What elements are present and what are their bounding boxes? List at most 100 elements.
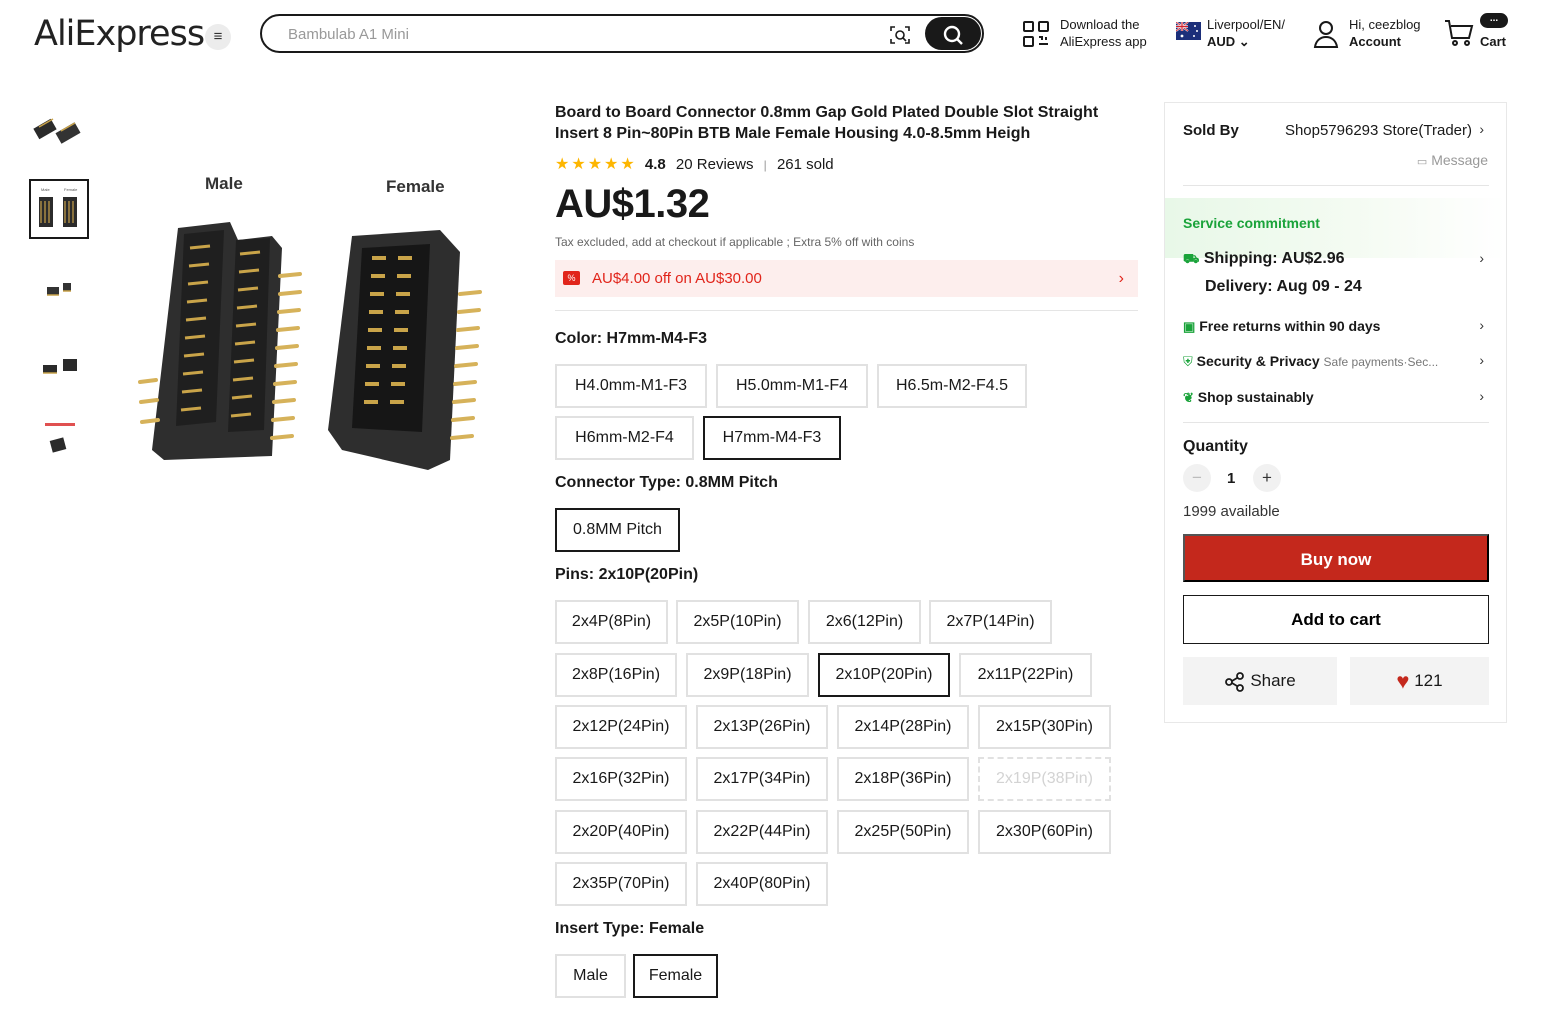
pins-option[interactable]: 2x17P(34Pin) [696, 757, 828, 801]
pins-option[interactable]: 2x12P(24Pin) [555, 705, 687, 749]
color-option-selected[interactable]: H7mm-M4-F3 [703, 416, 841, 460]
pins-option[interactable]: 2x7P(14Pin) [929, 600, 1052, 644]
message-button[interactable]: ▭ Message [1417, 152, 1488, 168]
account-menu[interactable]: Hi, ceezblog Account [1349, 16, 1421, 50]
quantity-value[interactable]: 1 [1227, 470, 1235, 487]
search-input[interactable] [288, 24, 848, 44]
chevron-right-icon: › [1118, 270, 1124, 287]
free-returns[interactable]: ▣ Free returns within 90 days [1183, 318, 1380, 335]
security-sub: Safe payments·Sec... [1323, 355, 1439, 369]
thumbnail-4[interactable] [29, 337, 89, 397]
wishlist-button[interactable]: ♥ 121 [1350, 657, 1489, 705]
pins-option[interactable]: 2x25P(50Pin) [837, 810, 969, 854]
insert-option[interactable]: Male [555, 954, 626, 998]
shield-icon: ⛨ [1183, 354, 1193, 369]
pins-option[interactable]: 2x22P(44Pin) [696, 810, 828, 854]
image-search-icon[interactable] [888, 23, 912, 47]
male-connector-graphic [138, 222, 302, 460]
account-label: Account [1349, 34, 1401, 49]
menu-icon[interactable]: ≡ [205, 24, 231, 50]
product-main-image[interactable] [130, 160, 510, 490]
product-info: Board to Board Connector 0.8mm Gap Gold … [555, 102, 1138, 998]
color-option[interactable]: H5.0mm-M1-F4 [716, 364, 868, 408]
rating-row[interactable]: ★ ★ ★ ★ ★ 4.8 20 Reviews | 261 sold [555, 154, 834, 174]
locale-selector[interactable]: Liverpool/EN/ AUD ⌄ [1207, 16, 1285, 50]
cart-label[interactable]: Cart [1480, 33, 1506, 50]
available-stock: 1999 available [1183, 503, 1280, 520]
pins-option[interactable]: 2x15P(30Pin) [978, 705, 1111, 749]
pins-option[interactable]: 2x16P(32Pin) [555, 757, 687, 801]
coupon-banner[interactable]: % AU$4.00 off on AU$30.00 › [555, 260, 1138, 297]
divider [1183, 185, 1489, 186]
share-icon [1225, 671, 1245, 692]
sold-by-label: Sold By [1183, 122, 1239, 139]
pins-option[interactable]: 2x4P(8Pin) [555, 600, 668, 644]
add-to-cart-button[interactable]: Add to cart [1183, 595, 1489, 644]
divider [1183, 422, 1489, 423]
share-button[interactable]: Share [1183, 657, 1337, 705]
security-title: Security & Privacy [1196, 353, 1320, 369]
female-connector-graphic [328, 230, 482, 470]
sold-count: 261 sold [776, 156, 834, 173]
top-header: AliExpress ≡ Download the AliExpress app… [0, 0, 1544, 70]
user-icon[interactable] [1313, 19, 1339, 49]
pins-option[interactable]: 2x9P(18Pin) [686, 653, 809, 697]
star-icon: ★ [620, 156, 635, 173]
thumbnail-5[interactable] [29, 413, 89, 473]
separator: | [763, 158, 767, 172]
increase-quantity-button[interactable]: + [1253, 464, 1281, 492]
pins-option[interactable]: 2x8P(16Pin) [555, 653, 677, 697]
search-button[interactable] [925, 17, 981, 50]
color-option[interactable]: H4.0mm-M1-F3 [555, 364, 707, 408]
message-label: Message [1431, 152, 1488, 168]
rating-value: 4.8 [644, 156, 666, 173]
pins-option[interactable]: 2x14P(28Pin) [837, 705, 969, 749]
decrease-quantity-button[interactable]: − [1183, 464, 1211, 492]
pins-option[interactable]: 2x11P(22Pin) [959, 653, 1092, 697]
share-label: Share [1250, 671, 1296, 690]
pins-option[interactable]: 2x13P(26Pin) [696, 705, 828, 749]
security-privacy[interactable]: ⛨ Security & Privacy Safe payments·Sec..… [1183, 353, 1438, 370]
qr-code-icon[interactable] [1022, 20, 1050, 48]
thumbnail-1[interactable] [29, 103, 89, 163]
pins-option[interactable]: 2x40P(80Pin) [696, 862, 828, 906]
reviews-link[interactable]: 20 Reviews [676, 156, 754, 173]
aliexpress-logo[interactable]: AliExpress [34, 14, 205, 54]
cart-icon[interactable] [1444, 19, 1474, 47]
app-line1: Download the [1060, 17, 1140, 32]
search-icon [943, 25, 963, 45]
pins-option[interactable]: 2x6(12Pin) [808, 600, 921, 644]
star-icon: ★ [571, 156, 586, 173]
thumbnail-2[interactable]: Male Female [29, 179, 89, 239]
australia-flag-icon[interactable] [1176, 22, 1201, 40]
star-icon: ★ [587, 156, 603, 173]
connector-thumbnail-image [45, 423, 75, 453]
thumbnail-3[interactable] [29, 261, 89, 321]
return-icon: ▣ [1183, 319, 1196, 334]
chevron-down-icon: ⌄ [1238, 34, 1250, 49]
store-link[interactable]: Shop5796293 Store(Trader) [1285, 122, 1472, 139]
color-option[interactable]: H6.5m-M2-F4.5 [877, 364, 1027, 408]
shop-sustainably[interactable]: ❦ Shop sustainably [1183, 389, 1314, 406]
color-option[interactable]: H6mm-M2-F4 [555, 416, 694, 460]
connector-thumbnail-image [47, 283, 71, 296]
pins-option[interactable]: 2x5P(10Pin) [676, 600, 799, 644]
chevron-right-icon: › [1479, 388, 1484, 404]
coupon-text: AU$4.00 off on AU$30.00 [592, 270, 762, 287]
connector-option-selected[interactable]: 0.8MM Pitch [555, 508, 680, 552]
pins-option[interactable]: 2x35P(70Pin) [555, 862, 687, 906]
shipping-info[interactable]: ⛟ Shipping: AU$2.96 [1183, 250, 1345, 269]
chat-icon: ▭ [1416, 156, 1428, 168]
truck-icon: ⛟ [1183, 251, 1200, 266]
buy-now-button[interactable]: Buy now [1183, 534, 1489, 582]
pins-option[interactable]: 2x30P(60Pin) [978, 810, 1111, 854]
connector-type-label: Connector Type: 0.8MM Pitch [555, 474, 778, 491]
insert-option-selected[interactable]: Female [633, 954, 718, 998]
divider [555, 310, 1138, 311]
pins-option[interactable]: 2x18P(36Pin) [837, 757, 969, 801]
chevron-right-icon: › [1479, 250, 1484, 266]
pins-option[interactable]: 2x20P(40Pin) [555, 810, 687, 854]
download-app-link[interactable]: Download the AliExpress app [1060, 16, 1147, 50]
insert-type-label: Insert Type: Female [555, 920, 705, 937]
pins-option-selected[interactable]: 2x10P(20Pin) [818, 653, 950, 697]
